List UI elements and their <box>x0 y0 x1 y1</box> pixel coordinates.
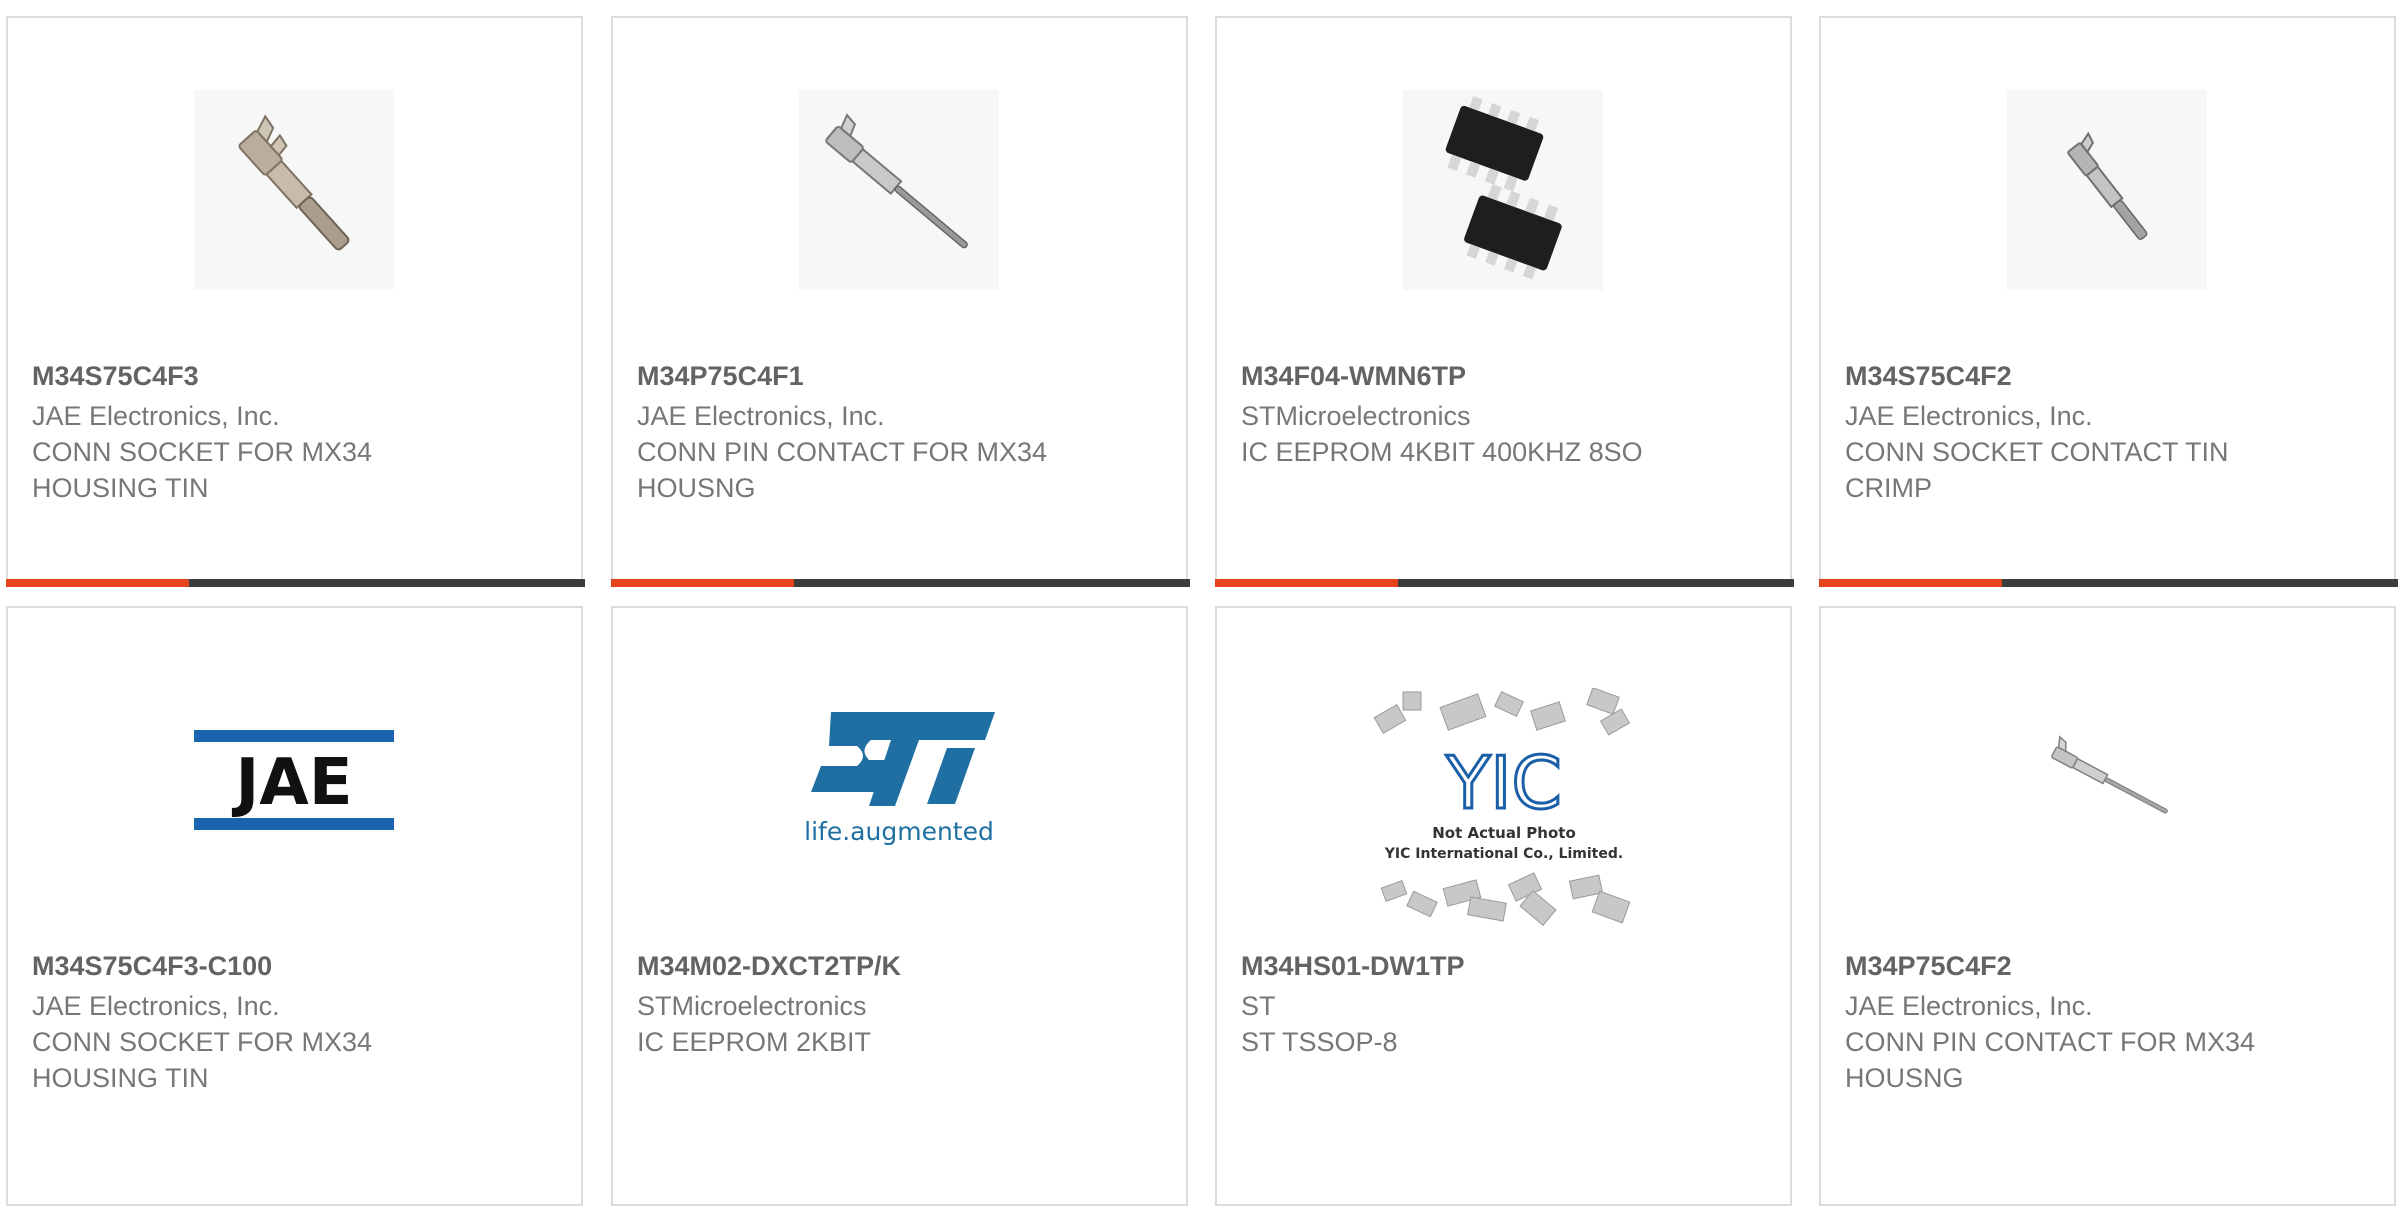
card-accent-bar <box>611 579 794 587</box>
product-card[interactable]: M34P75C4F2 JAE Electronics, Inc. CONN PI… <box>1819 606 2396 1206</box>
so8-ic-package-icon <box>1445 96 1562 280</box>
yic-logo-text: YIC <box>1445 741 1562 825</box>
yic-placeholder-icon: YIC Not Actual Photo YIC International C… <box>1373 688 1631 927</box>
manufacturer: JAE Electronics, Inc. <box>1845 991 2093 1021</box>
product-card[interactable]: life.augmented M34M02-DXCT2TP/K STMicroe… <box>611 606 1188 1206</box>
pin-contact-small-icon <box>2051 735 2168 814</box>
part-number[interactable]: M34S75C4F3-C100 <box>32 950 462 982</box>
description: IC EEPROM 2KBIT <box>637 1027 872 1057</box>
st-logo-icon: life.augmented <box>804 712 995 846</box>
card-accent-bar <box>1215 579 1398 587</box>
card-bottom-bar <box>1819 579 2398 587</box>
part-number[interactable]: M34S75C4F3 <box>32 360 462 392</box>
yic-company-text: YIC International Co., Limited. <box>1384 846 1623 862</box>
product-image[interactable]: YIC Not Actual Photo YIC International C… <box>1373 688 1635 928</box>
product-image[interactable]: life.augmented <box>799 680 999 880</box>
product-image[interactable] <box>1403 90 1603 290</box>
card-accent-bar <box>6 579 189 587</box>
manufacturer: JAE Electronics, Inc. <box>32 401 280 431</box>
part-number[interactable]: M34M02-DXCT2TP/K <box>637 950 1067 982</box>
product-image[interactable] <box>194 90 394 290</box>
card-bottom-bar <box>6 579 585 587</box>
product-card[interactable]: YIC Not Actual Photo YIC International C… <box>1215 606 1792 1206</box>
pin-contact-icon <box>825 113 968 249</box>
product-image[interactable] <box>799 90 999 290</box>
description: IC EEPROM 4KBIT 400KHZ 8SO <box>1241 437 1643 467</box>
crimp-socket-contact-icon <box>238 114 350 251</box>
product-card[interactable]: M34P75C4F1 JAE Electronics, Inc. CONN PI… <box>611 16 1190 587</box>
product-card[interactable]: M34F04-WMN6TP STMicroelectronics IC EEPR… <box>1215 16 1794 587</box>
card-bottom-bar <box>611 579 1190 587</box>
part-number[interactable]: M34P75C4F2 <box>1845 950 2275 982</box>
description: CONN SOCKET FOR MX34 HOUSING TIN <box>32 437 373 503</box>
product-image[interactable] <box>2007 680 2207 880</box>
card-bottom-bar <box>1215 579 1794 587</box>
crimp-socket-contact-small-icon <box>2067 131 2148 240</box>
st-tagline-text: life.augmented <box>804 817 994 846</box>
jae-logo-text: JAE <box>231 746 352 820</box>
manufacturer: JAE Electronics, Inc. <box>32 991 280 1021</box>
part-number[interactable]: M34F04-WMN6TP <box>1241 360 1671 392</box>
product-card[interactable]: M34S75C4F3 JAE Electronics, Inc. CONN SO… <box>6 16 585 587</box>
description: CONN SOCKET FOR MX34 HOUSING TIN <box>32 1027 373 1093</box>
part-number[interactable]: M34P75C4F1 <box>637 360 1067 392</box>
product-image[interactable]: JAE <box>194 680 394 880</box>
description: CONN SOCKET CONTACT TIN CRIMP <box>1845 437 2229 503</box>
product-image[interactable] <box>2007 90 2207 290</box>
manufacturer: JAE Electronics, Inc. <box>1845 401 2093 431</box>
description: CONN PIN CONTACT FOR MX34 HOUSNG <box>637 437 1048 503</box>
manufacturer: STMicroelectronics <box>1241 401 1471 431</box>
manufacturer: JAE Electronics, Inc. <box>637 401 885 431</box>
not-actual-photo-text: Not Actual Photo <box>1432 824 1576 842</box>
product-card[interactable]: M34S75C4F2 JAE Electronics, Inc. CONN SO… <box>1819 16 2398 587</box>
description: CONN PIN CONTACT FOR MX34 HOUSNG <box>1845 1027 2256 1093</box>
part-number[interactable]: M34S75C4F2 <box>1845 360 2275 392</box>
description: ST TSSOP-8 <box>1241 1027 1398 1057</box>
part-number[interactable]: M34HS01-DW1TP <box>1241 950 1671 982</box>
jae-logo-icon: JAE <box>194 730 394 830</box>
product-grid: M34S75C4F3 JAE Electronics, Inc. CONN SO… <box>0 0 2400 1206</box>
manufacturer: ST <box>1241 991 1276 1021</box>
manufacturer: STMicroelectronics <box>637 991 867 1021</box>
card-accent-bar <box>1819 579 2002 587</box>
product-card[interactable]: JAE M34S75C4F3-C100 JAE Electronics, Inc… <box>6 606 583 1206</box>
